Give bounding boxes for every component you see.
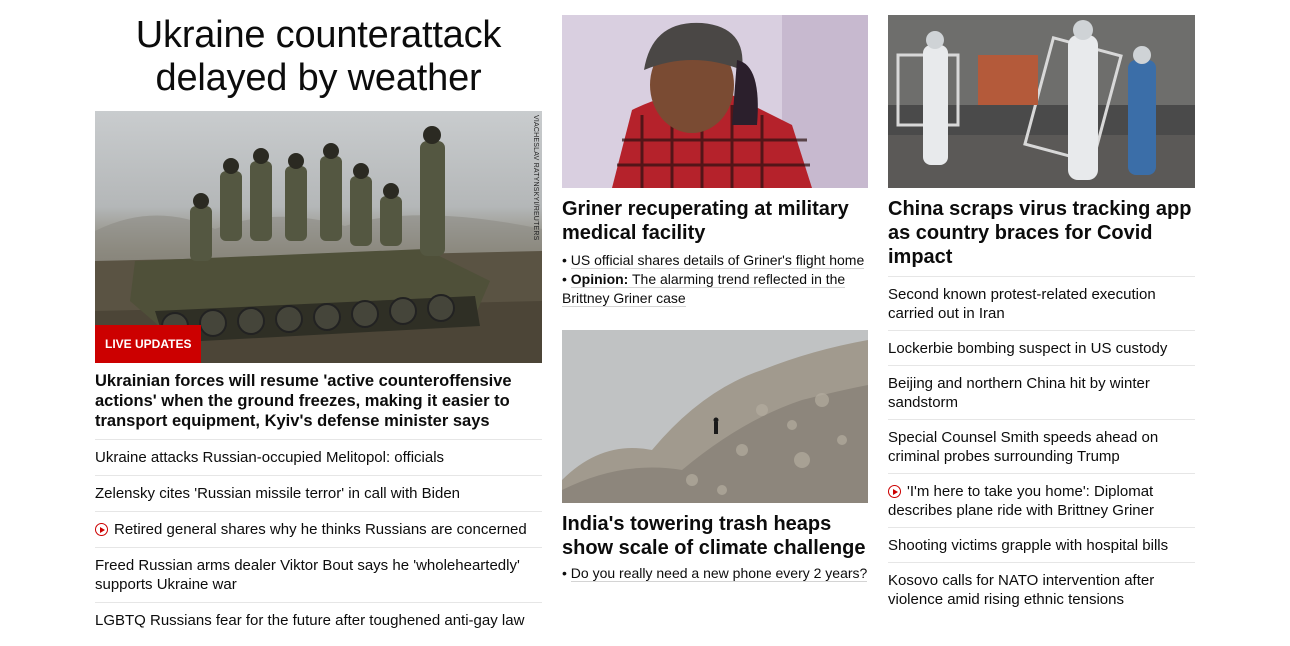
related-link[interactable]: • Opinion: The alarming trend reflected …: [562, 270, 868, 308]
headline-link[interactable]: Ukraine attacks Russian-occupied Melitop…: [95, 439, 542, 475]
headline-text: Beijing and northern China hit by winter…: [888, 375, 1150, 411]
china-covid-image[interactable]: [888, 15, 1195, 188]
play-circle-icon: [888, 485, 901, 498]
lead-caption[interactable]: Ukrainian forces will resume 'active cou…: [95, 371, 542, 431]
headline-link[interactable]: 'I'm here to take you home': Diplomat de…: [888, 473, 1195, 527]
opinion-label: Opinion:: [570, 271, 629, 287]
trash-heap-illustration: [562, 330, 868, 503]
india-trash-headline[interactable]: India's towering trash heaps show scale …: [562, 512, 868, 560]
link-text: Do you really need a new phone every 2 y…: [570, 565, 868, 582]
related-headlines-list: Ukraine attacks Russian-occupied Melitop…: [95, 439, 542, 638]
headline-text: Shooting victims grapple with hospital b…: [888, 537, 1169, 554]
right-column: China scraps virus tracking app as count…: [888, 15, 1195, 616]
india-trash-image[interactable]: [562, 330, 868, 503]
china-covid-headline[interactable]: China scraps virus tracking app as count…: [888, 197, 1195, 269]
lead-image[interactable]: VIACHESLAV RATYNSKYI/REUTERS LIVE UPDATE…: [95, 111, 542, 363]
headline-text: 'I'm here to take you home': Diplomat de…: [888, 483, 1154, 519]
related-link[interactable]: • Do you really need a new phone every 2…: [562, 564, 868, 583]
related-link[interactable]: • US official shares details of Griner's…: [562, 251, 868, 270]
griner-headline[interactable]: Griner recuperating at military medical …: [562, 197, 868, 245]
headline-link[interactable]: Retired general shares why he thinks Rus…: [95, 511, 542, 547]
india-related-links: • Do you really need a new phone every 2…: [562, 564, 868, 583]
lead-story: Ukraine counterattack delayed by weather: [95, 14, 542, 638]
headline-link[interactable]: Zelensky cites 'Russian missile terror' …: [95, 475, 542, 511]
india-trash-card: India's towering trash heaps show scale …: [562, 330, 868, 583]
play-circle-icon: [95, 523, 108, 536]
photo-credit: VIACHESLAV RATYNSKYI/REUTERS: [532, 115, 539, 241]
griner-related-links: • US official shares details of Griner's…: [562, 251, 868, 308]
headline-text: Lockerbie bombing suspect in US custody: [888, 340, 1168, 357]
headline-text: LGBTQ Russians fear for the future after…: [95, 612, 525, 629]
headline-text: Ukraine attacks Russian-occupied Melitop…: [95, 449, 445, 466]
headline-link[interactable]: Special Counsel Smith speeds ahead on cr…: [888, 419, 1195, 473]
griner-card: Griner recuperating at military medical …: [562, 15, 868, 308]
headline-link[interactable]: LGBTQ Russians fear for the future after…: [95, 602, 542, 638]
headline-text: Zelensky cites 'Russian missile terror' …: [95, 485, 461, 502]
headline-link[interactable]: Lockerbie bombing suspect in US custody: [888, 330, 1195, 365]
right-headlines-list: Second known protest-related execution c…: [888, 276, 1195, 616]
headline-text: Second known protest-related execution c…: [888, 286, 1156, 322]
person-portrait-illustration: [562, 15, 868, 188]
griner-image[interactable]: [562, 15, 868, 188]
headline-link[interactable]: Shooting victims grapple with hospital b…: [888, 527, 1195, 562]
hazmat-workers-illustration: [888, 15, 1195, 188]
headline-text: Special Counsel Smith speeds ahead on cr…: [888, 429, 1159, 465]
headline-text: Freed Russian arms dealer Viktor Bout sa…: [95, 557, 520, 593]
headline-link[interactable]: Beijing and northern China hit by winter…: [888, 365, 1195, 419]
headline-text: Kosovo calls for NATO intervention after…: [888, 572, 1155, 608]
link-text: US official shares details of Griner's f…: [570, 252, 865, 269]
live-updates-badge[interactable]: LIVE UPDATES: [95, 325, 202, 363]
headline-link[interactable]: Kosovo calls for NATO intervention after…: [888, 562, 1195, 616]
middle-column: Griner recuperating at military medical …: [562, 15, 868, 583]
headline-link[interactable]: Freed Russian arms dealer Viktor Bout sa…: [95, 547, 542, 602]
headline-link[interactable]: Second known protest-related execution c…: [888, 276, 1195, 330]
lead-headline[interactable]: Ukraine counterattack delayed by weather: [95, 14, 542, 100]
headline-text: Retired general shares why he thinks Rus…: [114, 521, 527, 538]
